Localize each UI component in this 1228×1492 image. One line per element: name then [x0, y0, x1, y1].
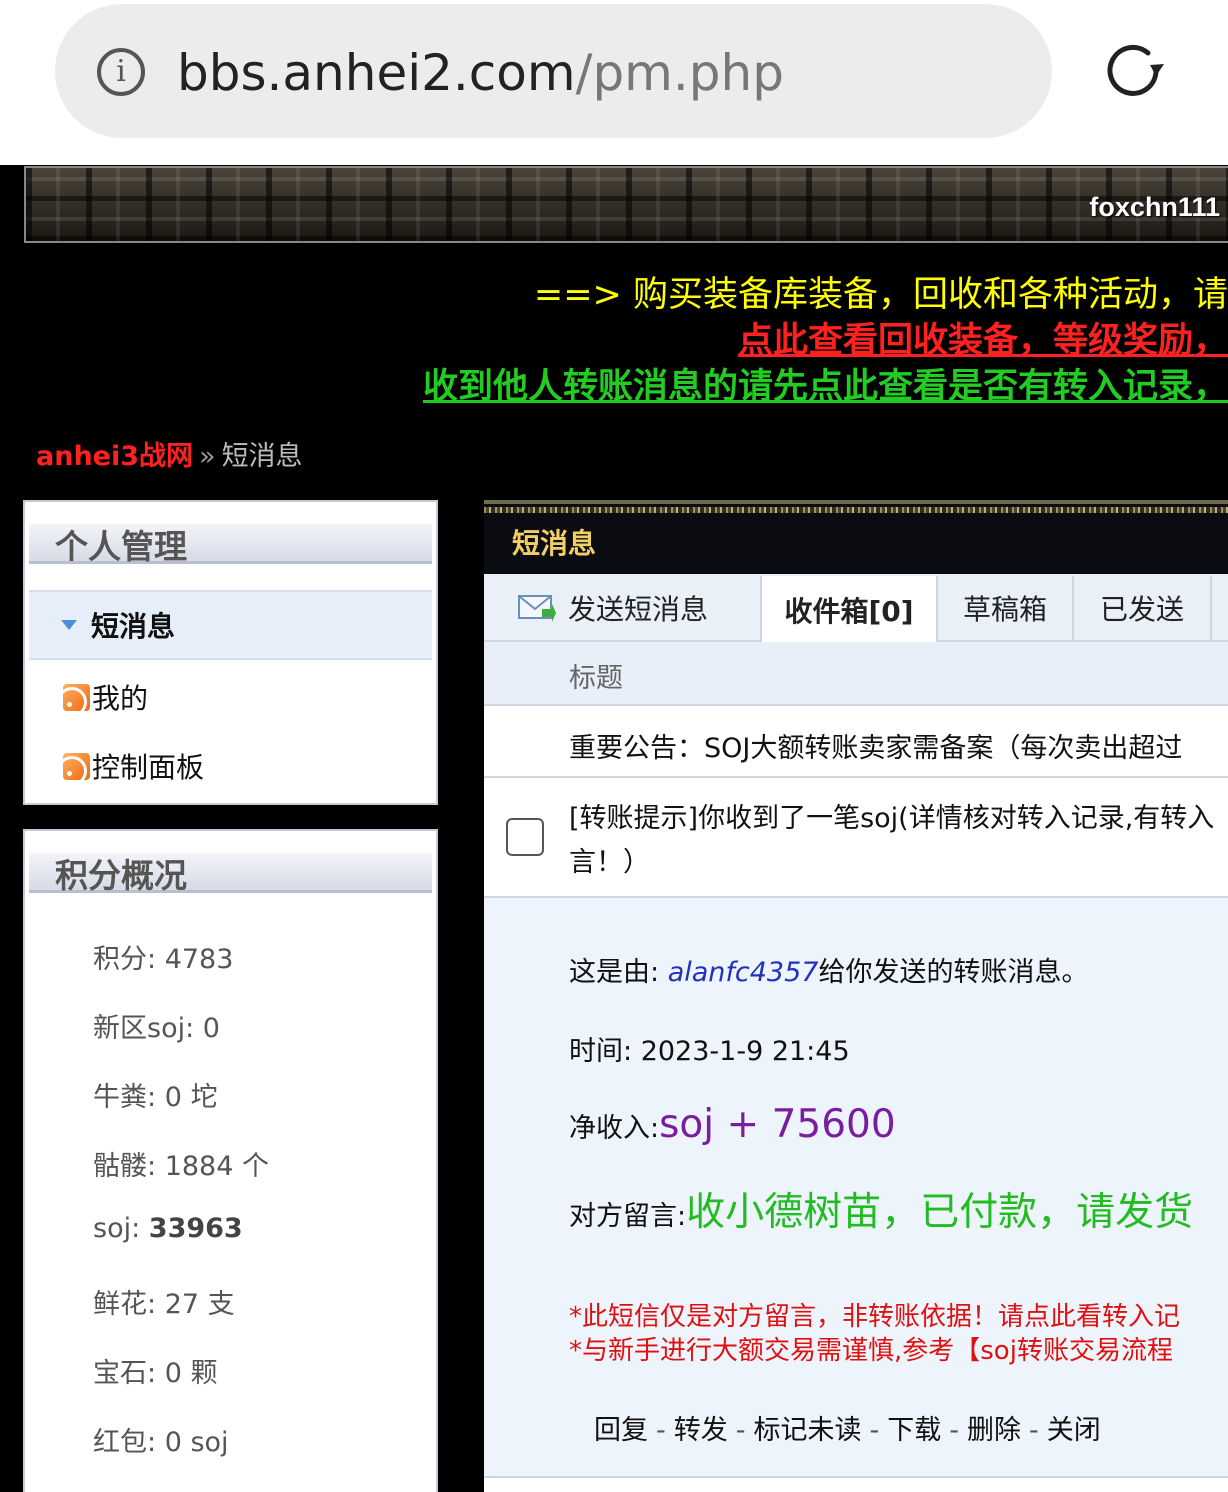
message-row-announcement[interactable]: 重要公告：SOJ大额转账卖家需备案（每次卖出超过 — [484, 706, 1228, 778]
note-value: 收小德树苗，已付款，请发货 — [686, 1190, 1194, 1235]
rss-icon — [63, 752, 90, 780]
breadcrumb-current: 短消息 — [221, 441, 303, 472]
sidebar-item-label: 控制面板 — [92, 751, 205, 784]
personal-panel: 个人管理 短消息 我的 控制面板 — [23, 500, 438, 805]
notice-shop[interactable]: ==> 购买装备库装备，回收和各种活动，请 — [534, 266, 1228, 317]
credits-panel-title: 积分概况 — [55, 856, 187, 895]
stat-red-packet: 红包: 0 soj — [93, 1427, 229, 1458]
browser-toolbar: i bbs.anhei2.com/pm.php — [0, 0, 1228, 165]
info-icon[interactable]: i — [97, 48, 145, 96]
url-path: /pm.php — [575, 44, 784, 102]
message-title[interactable]: 重要公告：SOJ大额转账卖家需备案（每次卖出超过 — [569, 726, 1182, 765]
reply-link[interactable]: 回复 — [594, 1415, 648, 1446]
tab-label: 收件箱[0] — [784, 595, 914, 628]
site-banner: foxchn111 — [24, 166, 1228, 243]
sidebar-item-messages[interactable]: 短消息 — [29, 590, 432, 660]
message-body: 这是由: alanfc4357给你发送的转账消息。 时间: 2023-1-9 2… — [484, 898, 1228, 1478]
expand-triangle-icon — [61, 620, 77, 630]
column-title: 标题 — [569, 663, 623, 694]
net-income-value: soj + 75600 — [659, 1102, 896, 1147]
notice-transfer-link[interactable]: 收到他人转账消息的请先点此查看是否有转入记录， — [423, 358, 1228, 409]
tab-label: 发送短消息 — [568, 593, 709, 626]
forward-link[interactable]: 转发 — [674, 1415, 728, 1446]
stat-skulls: 骷髅: 1884 个 — [93, 1151, 269, 1182]
messages-panel: 短消息 发送短消息 收件箱[0] 草稿箱 已发送 标题 重要公告：SOJ大额转账… — [484, 500, 1228, 1492]
message-row-transfer[interactable]: [转账提示]你收到了一笔soj(详情核对转入记录,有转入 言！） — [484, 778, 1228, 898]
message-title[interactable]: [转账提示]你收到了一笔soj(详情核对转入记录,有转入 — [569, 796, 1214, 835]
personal-panel-title: 个人管理 — [55, 527, 187, 566]
breadcrumb-home-link[interactable]: anhei3战网 — [36, 441, 193, 472]
credits-panel: 积分概况 积分: 4783 新区soj: 0 牛粪: 0 坨 骷髅: 1884 … — [23, 829, 438, 1492]
breadcrumb-separator: » — [199, 441, 216, 472]
stat-soj: soj: 33963 — [93, 1213, 243, 1244]
message-actions: 回复 - 转发 - 标记未读 - 下载 - 删除 - 关闭 — [594, 1415, 1101, 1446]
url-text[interactable]: bbs.anhei2.com/pm.php — [177, 40, 784, 106]
stat-gems: 宝石: 0 颗 — [93, 1358, 218, 1389]
send-mail-icon — [518, 595, 556, 622]
tab-send-message[interactable]: 发送短消息 — [484, 576, 762, 640]
message-time: 时间: 2023-1-9 21:45 — [569, 1036, 850, 1067]
sidebar-item-label: 短消息 — [91, 610, 176, 643]
close-link[interactable]: 关闭 — [1047, 1415, 1101, 1446]
rss-icon — [63, 683, 90, 711]
sender-link[interactable]: alanfc4357 — [668, 957, 819, 988]
reload-icon[interactable] — [1098, 36, 1168, 106]
notice-recycle-link[interactable]: 点此查看回收装备，等级奖励， — [738, 312, 1228, 363]
stat-new-soj: 新区soj: 0 — [93, 1013, 220, 1044]
personal-panel-header: 个人管理 — [29, 524, 432, 566]
sidebar-item-mine[interactable]: 我的 — [29, 662, 432, 732]
message-tabs: 发送短消息 收件箱[0] 草稿箱 已发送 — [484, 574, 1228, 644]
stat-dung: 牛粪: 0 坨 — [93, 1082, 218, 1113]
tab-drafts[interactable]: 草稿箱 — [938, 576, 1074, 640]
messages-title: 短消息 — [512, 527, 597, 560]
stat-points: 积分: 4783 — [93, 944, 234, 975]
message-from: 这是由: alanfc4357给你发送的转账消息。 — [569, 957, 1089, 988]
message-net-income: 净收入:soj + 75600 — [569, 1102, 896, 1147]
warning-not-proof[interactable]: *此短信仅是对方留言，非转账依据！请点此看转入记 — [569, 1296, 1180, 1333]
mark-unread-link[interactable]: 标记未读 — [754, 1415, 862, 1446]
warning-newbie-trade[interactable]: *与新手进行大额交易需谨慎,参考【soj转账交易流程 — [569, 1330, 1173, 1367]
tab-inbox[interactable]: 收件箱[0] — [760, 576, 938, 644]
sidebar-item-label: 我的 — [92, 682, 149, 715]
tab-sent[interactable]: 已发送 — [1074, 576, 1212, 640]
stat-flowers: 鲜花: 27 支 — [93, 1289, 235, 1320]
message-note: 对方留言:收小德树苗，已付款，请发货 — [569, 1190, 1194, 1235]
messages-header: 短消息 — [484, 500, 1228, 574]
tab-label: 草稿箱 — [962, 593, 1047, 626]
credits-panel-header: 积分概况 — [29, 853, 432, 895]
username[interactable]: foxchn111 — [1089, 192, 1220, 223]
message-checkbox[interactable] — [506, 818, 544, 856]
tab-label: 已发送 — [1099, 593, 1184, 626]
delete-link[interactable]: 删除 — [967, 1415, 1021, 1446]
breadcrumb: anhei3战网» 短消息 — [36, 434, 303, 473]
table-header: 标题 — [484, 642, 1228, 706]
url-host: bbs.anhei2.com — [177, 44, 576, 102]
sidebar-item-control-panel[interactable]: 控制面板 — [29, 731, 432, 801]
message-title-cont[interactable]: 言！） — [569, 840, 650, 879]
download-link[interactable]: 下载 — [887, 1415, 941, 1446]
